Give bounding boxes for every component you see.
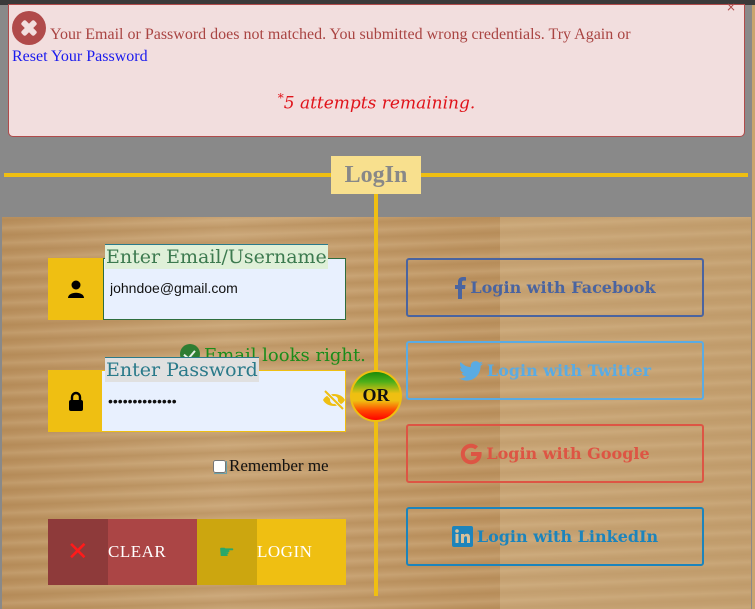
user-icon-box [48,258,103,320]
remember-me-checkbox[interactable] [213,459,226,473]
remember-me[interactable]: Remember me [213,456,329,476]
linkedin-label: Login with LinkedIn [476,527,659,546]
login-twitter-button[interactable]: Login with Twitter [406,341,704,400]
password-label: Enter Password [105,357,259,382]
login-title: LogIn [331,156,421,194]
linkedin-icon [451,526,473,547]
login-button[interactable]: ☛ LOGIN [197,519,346,585]
eye-slash-icon[interactable] [321,389,347,411]
attempts-remaining: *5 attempts remaining. [9,91,744,114]
login-facebook-button[interactable]: Login with Facebook [406,258,704,317]
attempts-text: 5 attempts remaining. [283,93,476,114]
twitter-icon [458,360,483,381]
alert-message: Your Email or Password does not matched.… [50,26,631,43]
error-circle-x-icon [12,11,46,45]
close-x-icon: ✕ [48,519,108,585]
clear-button[interactable]: ✕ CLEAR [48,519,197,585]
lock-icon [68,391,83,411]
google-icon [460,443,482,465]
login-linkedin-button[interactable]: Login with LinkedIn [406,507,704,566]
clear-button-label: CLEAR [108,542,167,561]
pointing-hand-icon: ☛ [197,519,257,585]
login-button-label: LOGIN [257,542,313,561]
remember-me-label: Remember me [229,456,329,475]
google-label: Login with Google [486,444,650,463]
twitter-label: Login with Twitter [486,361,652,380]
user-icon [67,280,84,298]
facebook-label: Login with Facebook [470,278,656,297]
alert-close-button[interactable]: × [726,1,736,13]
error-alert: × Your Email or Password does not matche… [8,1,745,137]
lock-icon-box [48,370,103,432]
or-divider-badge: OR [350,370,402,422]
facebook-icon [454,276,467,299]
email-label: Enter Email/Username [105,244,328,269]
login-google-button[interactable]: Login with Google [406,424,704,483]
reset-password-link[interactable]: Reset Your Password [12,47,744,67]
